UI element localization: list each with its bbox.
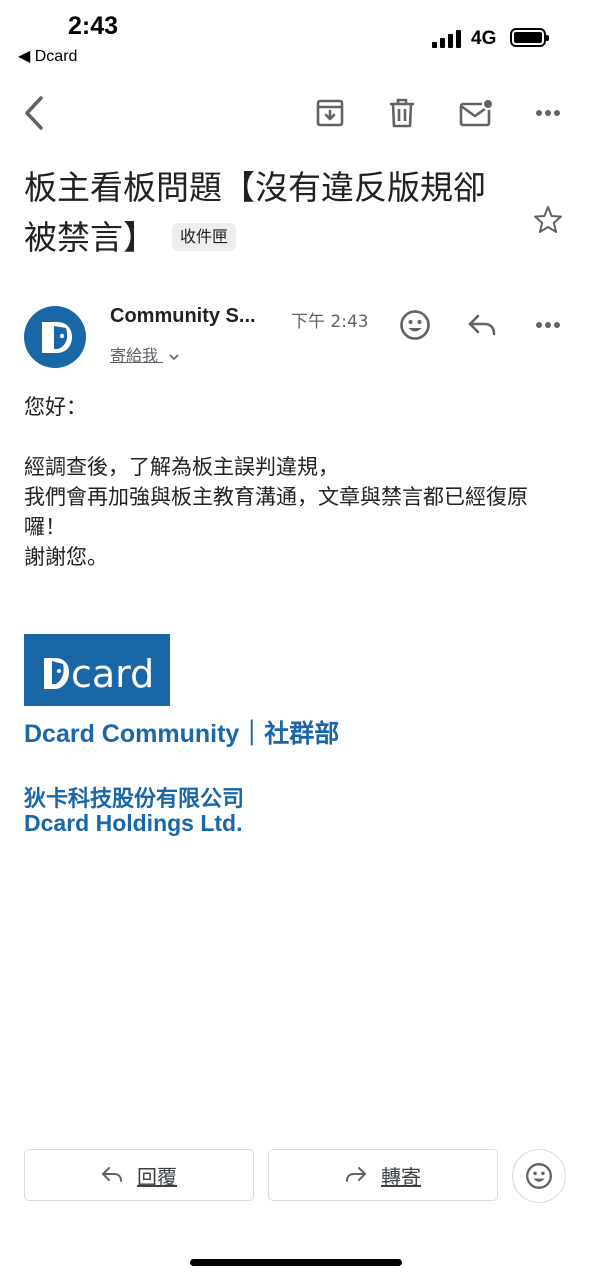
signature-company-zh: 狄卡科技股份有限公司: [24, 787, 245, 812]
back-to-app-link[interactable]: ◀ Dcard: [18, 46, 77, 66]
body-line: 您好：: [24, 395, 87, 419]
emoji-button[interactable]: [512, 1149, 566, 1203]
sender-name[interactable]: Community S...: [110, 305, 256, 328]
network-type: 4G: [471, 28, 497, 49]
signature-company-en: Dcard Holdings Ltd.: [24, 810, 243, 836]
logo-text: card: [71, 652, 155, 696]
body-line: 經調查後，了解為板主誤判違規，: [24, 455, 339, 479]
reply-icon: [102, 1167, 122, 1182]
folder-label[interactable]: 收件匣: [172, 222, 237, 251]
chevron-down-icon: [169, 353, 179, 360]
reply-button[interactable]: 回覆: [24, 1149, 254, 1201]
body-line: 我們會再加強與板主教育溝通，文章與禁言都已經復原囉！: [24, 485, 528, 539]
sender-avatar[interactable]: [24, 306, 86, 368]
status-time: 2:43: [68, 12, 119, 40]
forward-label: 轉寄: [381, 1164, 421, 1189]
recipient-toggle[interactable]: 寄給我: [110, 342, 180, 366]
battery-icon: [510, 28, 549, 47]
back-icon[interactable]: [14, 93, 54, 133]
dcard-logo: card: [24, 634, 170, 706]
message-more-icon[interactable]: [528, 305, 568, 345]
email-body: 您好： 經調查後，了解為板主誤判違規， 我們會再加強與板主教育溝通，文章與禁言都…: [24, 392, 564, 572]
more-icon[interactable]: [528, 93, 568, 133]
email-subject: 板主看板問題【沒有違反版規卻被禁言】 收件匣: [24, 163, 514, 263]
email-time: 下午 2:43: [291, 312, 369, 332]
body-line: 謝謝您。: [24, 545, 108, 569]
archive-icon[interactable]: [310, 93, 350, 133]
emoji-icon: [526, 1163, 552, 1189]
mark-unread-icon[interactable]: [456, 93, 496, 133]
emoji-reaction-icon[interactable]: [395, 305, 435, 345]
subject-text: 板主看板問題【沒有違反版規卻被禁言】: [24, 168, 486, 257]
to-me-label: 寄給我: [110, 346, 159, 365]
reply-label: 回覆: [137, 1164, 177, 1189]
home-indicator[interactable]: [190, 1259, 402, 1266]
forward-button[interactable]: 轉寄: [268, 1149, 498, 1201]
signature-department: Dcard Community｜社群部: [24, 720, 340, 748]
signal-icon: [432, 28, 464, 48]
forward-icon: [346, 1167, 366, 1182]
trash-icon[interactable]: [382, 93, 422, 133]
reply-icon[interactable]: [462, 305, 502, 345]
star-icon[interactable]: [528, 200, 568, 240]
